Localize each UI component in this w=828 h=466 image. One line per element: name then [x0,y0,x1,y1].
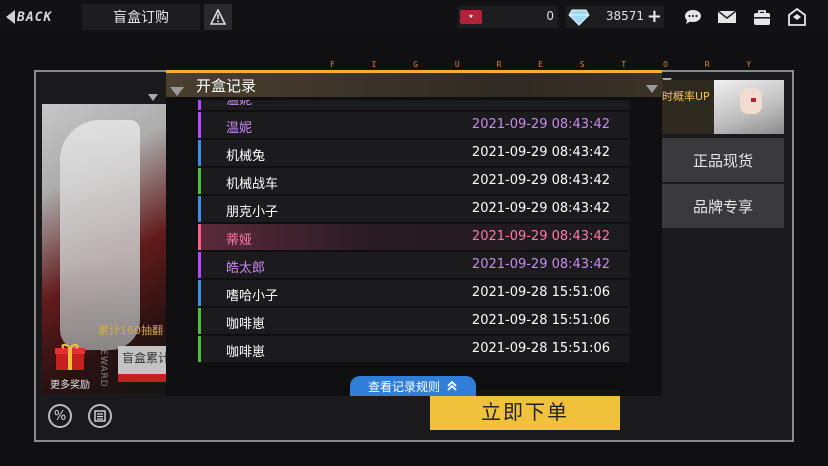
record-time: 2021-09-29 08:43:42 [471,173,610,188]
record-row: 皓太郎 2021-09-29 08:43:42 [198,252,630,278]
rarity-bar [198,252,201,278]
triangle-marker-icon [170,87,184,96]
view-rules-button[interactable]: 查看记录规则 [350,376,476,396]
record-row: 朋克小子 2021-09-29 08:43:42 [198,196,630,222]
rarity-bar [198,280,201,306]
reward-progress-strip [118,374,166,382]
banner-character-eye [751,98,756,102]
probability-button[interactable]: % [48,404,72,428]
record-name: 温妮 [226,121,253,136]
rarity-bar [198,140,201,166]
record-row: 机械兔 2021-09-29 08:43:42 [198,140,630,166]
record-name: 蒂娅 [226,233,253,248]
cumulative-reward-text: 累计160抽翻 [98,324,163,337]
record-name: 咖啡崽 [226,345,266,360]
character-hair [60,120,140,350]
record-row: 嗜哈小子 2021-09-28 15:51:06 [198,280,630,306]
record-name: 咖啡崽 [226,317,266,332]
record-time: 2021-09-28 15:51:06 [471,341,610,356]
plus-icon[interactable]: + [647,8,662,26]
more-rewards-label[interactable]: 更多奖励 [50,376,90,391]
banner-text: 时概率UP [662,90,710,103]
record-time: 2021-09-29 08:43:42 [471,145,610,160]
list-icon [94,410,106,422]
triangle-marker-icon [148,94,158,101]
gem-counter: 38571 + [566,6,664,28]
back-label: BACK [17,9,53,25]
record-name: 机械兔 [226,149,266,164]
warning-icon [210,9,226,25]
list-button[interactable] [88,404,112,428]
records-list[interactable]: 温妮 2021-09-29 08:43:42 温妮 2021-09-29 08:43:… [198,100,630,390]
rarity-bar [198,168,201,194]
rarity-bar [198,196,201,222]
record-name: 嗜哈小子 [226,289,279,304]
bag-icon[interactable] [751,7,773,27]
back-arrow-icon [6,10,15,24]
chevron-up-icon [447,380,457,391]
records-modal: 开盒记录 温妮 2021-09-29 08:43:42 温妮 2021-09-29 0… [166,70,662,396]
rarity-bar [198,336,201,362]
back-button[interactable]: BACK [6,6,76,28]
record-row: 机械战车 2021-09-29 08:43:42 [198,168,630,194]
warning-button[interactable] [204,4,232,30]
record-time: 2021-09-28 15:51:06 [471,285,610,300]
ticket-icon: ★ [460,10,482,24]
home-icon[interactable] [786,7,808,27]
place-order-button[interactable]: 立即下单 [430,390,620,430]
record-name: 温妮 [226,100,253,108]
triangle-marker-icon [646,85,658,93]
modal-header: 开盒记录 [166,70,662,97]
rarity-bar [198,308,201,334]
record-row: 温妮 2021-09-29 08:43:42 [198,100,630,110]
record-time: 2021-09-29 08:43:42 [471,257,610,272]
ticket-counter: ★ 0 [458,6,558,28]
view-rules-label: 查看记录规则 [367,379,440,394]
record-name: 皓太郎 [226,261,266,276]
top-bar: BACK 盲盒订购 ★ 0 38571 + [0,0,828,34]
record-row: 咖啡崽 2021-09-28 15:51:06 [198,308,630,334]
record-time: 2021-09-29 08:43:42 [471,117,610,132]
percent-icon: % [53,408,67,424]
authentic-stock-button[interactable]: 正品现货 [662,138,784,182]
record-time: 2021-09-28 15:51:06 [471,313,610,328]
record-row: 咖啡崽 2021-09-28 15:51:06 [198,336,630,362]
rarity-bar [198,112,201,138]
diamond-icon [568,9,590,26]
rarity-bar [198,100,201,110]
brand-exclusive-button[interactable]: 品牌专享 [662,184,784,228]
record-row: 温妮 2021-09-29 08:43:42 [198,112,630,138]
page-title: 盲盒订购 [82,4,200,30]
deco-letters: F I G U R E S T O R Y [330,60,768,69]
record-name: 朋克小子 [226,205,279,220]
cumulative-reward-box[interactable]: 盲盒累计 [118,346,166,382]
gift-icon[interactable] [54,342,86,372]
record-name: 机械战车 [226,177,279,192]
record-time: 2021-09-29 08:43:42 [472,100,610,104]
reward-vertical-label: REWARD [98,342,108,388]
record-row: 蒂娅 2021-09-29 08:43:42 [198,224,630,250]
record-time: 2021-09-29 08:43:42 [471,201,610,216]
chat-icon[interactable] [682,7,704,27]
record-time: 2021-09-29 08:43:42 [471,229,610,244]
cumulative-reward-box-label: 盲盒累计 [122,351,166,365]
rarity-bar [198,224,201,250]
ticket-count: 0 [546,9,554,23]
modal-title: 开盒记录 [196,77,257,95]
mail-icon[interactable] [716,7,738,27]
gem-count: 38571 [605,9,644,23]
